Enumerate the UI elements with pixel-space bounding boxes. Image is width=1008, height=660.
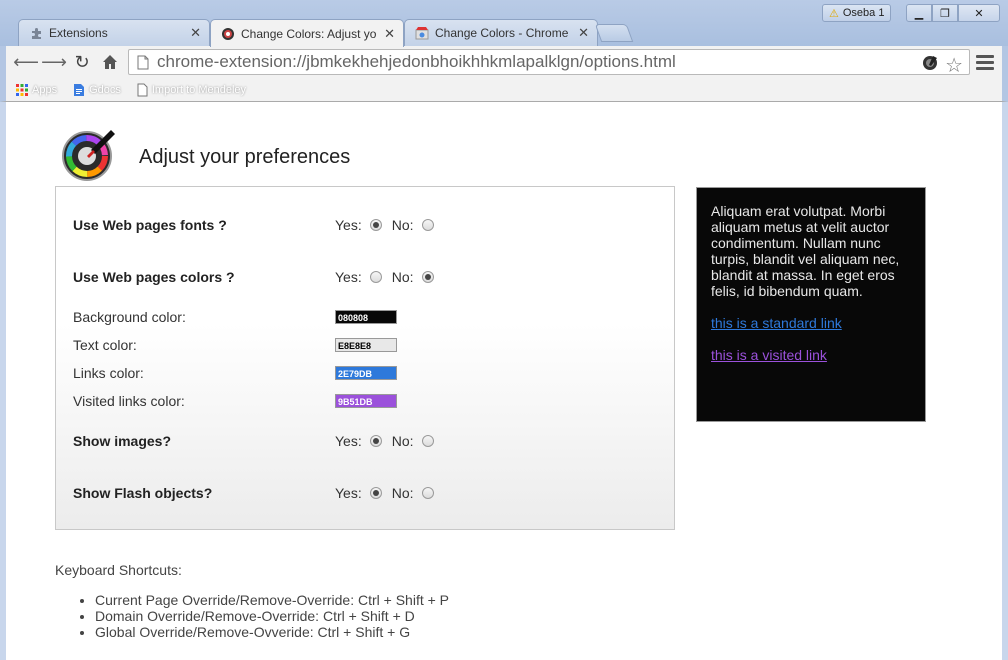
forward-button[interactable]: ⟶ (41, 50, 67, 74)
preview-standard-link[interactable]: this is a standard link (711, 315, 911, 331)
list-item: Domain Override/Remove-Override: Ctrl + … (95, 608, 449, 624)
yes-label: Yes: (335, 485, 362, 501)
bookmark-star-icon[interactable]: ☆ (945, 53, 963, 78)
webstore-icon (415, 26, 429, 40)
docs-icon (74, 83, 85, 96)
tab-title: Change Colors - Chrome (435, 26, 569, 40)
address-text: chrome-extension://jbmkekhehjedonbhoikhh… (157, 52, 676, 71)
puzzle-icon (29, 26, 43, 40)
color-label: Background color: (73, 309, 186, 325)
menu-icon[interactable] (976, 52, 994, 72)
reload-icon: ↻ (74, 51, 90, 72)
no-label: No: (391, 485, 414, 501)
reload-button[interactable]: ↻ (70, 50, 94, 74)
links-color-input[interactable]: 2E79DB (335, 366, 397, 380)
home-button[interactable] (98, 50, 122, 74)
apps-grid-icon (16, 83, 28, 96)
yes-label: Yes: (335, 433, 362, 449)
bookmark-label: Import to Mendeley (151, 83, 247, 96)
close-icon: ✕ (974, 7, 984, 20)
tab-extensions[interactable]: Extensions ✕ (18, 19, 210, 46)
close-window-button[interactable]: ✕ (958, 4, 1000, 22)
color-wheel-icon (221, 27, 235, 41)
colors-yes-radio[interactable] (369, 271, 382, 283)
background-color-input[interactable]: 080808 (335, 310, 397, 324)
shortcuts-title: Keyboard Shortcuts: (55, 562, 182, 578)
close-tab-icon[interactable]: ✕ (190, 25, 201, 41)
color-label: Text color: (73, 337, 137, 353)
list-item: Current Page Override/Remove-Override: C… (95, 592, 449, 608)
maximize-button[interactable]: ❐ (932, 4, 958, 22)
minimize-icon: ▁ (914, 7, 924, 20)
text-color-input[interactable]: E8E8E8 (335, 338, 397, 352)
page-icon (137, 83, 148, 96)
home-icon (103, 55, 117, 69)
option-label: Show Flash objects? (73, 485, 213, 501)
minimize-button[interactable]: ▁ (906, 4, 932, 22)
color-preview-box: Aliquam erat volutpat. Morbi aliquam met… (696, 187, 926, 422)
colors-no-radio[interactable] (421, 271, 434, 283)
forward-arrow-icon: ⟶ (41, 51, 67, 72)
tab-change-colors-options[interactable]: Change Colors: Adjust yo ✕ (210, 19, 404, 47)
warning-icon: ⚠ (829, 7, 839, 20)
bookmark-import-to-mendeley[interactable]: Import to Mendeley (137, 83, 246, 97)
close-tab-icon[interactable]: ✕ (384, 26, 395, 42)
maximize-icon: ❐ (940, 7, 950, 20)
flash-no-radio[interactable] (421, 487, 434, 499)
bookmark-apps[interactable]: Apps (16, 83, 58, 96)
bookmark-label: Gdocs (89, 83, 121, 96)
back-arrow-icon: ⟵ (13, 51, 39, 72)
yes-label: Yes: (335, 217, 362, 233)
tab-title: Change Colors: Adjust yo (241, 26, 377, 41)
address-bar[interactable]: chrome-extension://jbmkekhehjedonbhoikhh… (128, 49, 970, 78)
profile-button[interactable]: ⚠ Oseba 1 (822, 4, 892, 22)
shortcuts-list: Current Page Override/Remove-Override: C… (55, 592, 449, 640)
page-header: Adjust your preferences (61, 126, 350, 182)
keyboard-shortcuts: Keyboard Shortcuts: Current Page Overrid… (55, 562, 449, 640)
preview-visited-link[interactable]: this is a visited link (711, 347, 911, 363)
no-label: No: (391, 269, 414, 285)
color-label: Links color: (73, 365, 144, 381)
color-wheel-logo-icon (62, 130, 115, 181)
visited-links-color-input[interactable]: 9B51DB (335, 394, 397, 408)
profile-name: Oseba 1 (842, 7, 885, 19)
color-label: Visited links color: (73, 393, 185, 409)
yes-label: Yes: (335, 269, 362, 285)
tab-change-colors-store[interactable]: Change Colors - Chrome ✕ (404, 19, 598, 46)
close-tab-icon[interactable]: ✕ (578, 25, 589, 41)
images-no-radio[interactable] (421, 435, 434, 447)
flash-yes-radio[interactable] (369, 487, 382, 499)
option-label: Use Web pages fonts ? (73, 217, 227, 233)
fonts-yes-radio[interactable] (369, 219, 382, 231)
preferences-panel: Use Web pages fonts ? Yes: No: Use Web p… (55, 186, 675, 530)
title-bar: Extensions ✕ Change Colors: Adjust yo ✕ … (0, 0, 1008, 47)
option-label: Use Web pages colors ? (73, 269, 235, 285)
images-yes-radio[interactable] (369, 435, 382, 447)
list-item: Global Override/Remove-Ovveride: Ctrl + … (95, 624, 449, 640)
back-button[interactable]: ⟵ (13, 50, 39, 74)
no-label: No: (391, 433, 414, 449)
preview-text: Aliquam erat volutpat. Morbi aliquam met… (711, 203, 900, 299)
tab-title: Extensions (49, 26, 108, 40)
new-tab-button[interactable] (594, 24, 634, 42)
fonts-no-radio[interactable] (421, 219, 434, 231)
no-label: No: (391, 217, 414, 233)
bookmark-gdocs[interactable]: Gdocs (73, 83, 121, 97)
option-label: Show images? (73, 433, 172, 449)
bookmark-label: Apps (32, 83, 58, 96)
page-icon (137, 55, 149, 70)
extension-icon[interactable] (921, 54, 939, 77)
page-title: Adjust your preferences (139, 145, 351, 168)
bookmarks-bar: Apps Gdocs Import to Mendeley (0, 78, 1008, 102)
options-page: Adjust your preferences Use Web pages fo… (6, 102, 1002, 660)
